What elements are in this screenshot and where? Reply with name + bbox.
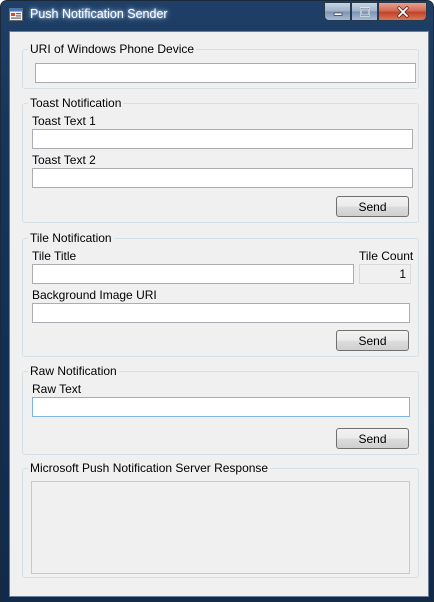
caption-buttons [324, 2, 427, 21]
raw-send-button[interactable]: Send [336, 428, 409, 449]
toast-send-button[interactable]: Send [336, 196, 409, 217]
close-button[interactable] [378, 2, 427, 21]
raw-text-label: Raw Text [32, 382, 82, 396]
toast-text2-input[interactable] [32, 168, 413, 188]
toast-text2-label: Toast Text 2 [32, 153, 96, 167]
tile-send-button[interactable]: Send [336, 330, 409, 351]
response-group-legend: Microsoft Push Notification Server Respo… [28, 460, 271, 476]
title-bar[interactable]: Push Notification Sender [1, 1, 433, 27]
server-response-textbox[interactable] [31, 481, 410, 574]
tile-title-input[interactable] [32, 264, 354, 284]
window-title: Push Notification Sender [30, 7, 168, 21]
tile-group-legend: Tile Notification [28, 230, 114, 246]
maximize-icon [359, 6, 370, 17]
uri-group: URI of Windows Phone Device [22, 41, 419, 89]
tile-background-uri-input[interactable] [32, 303, 410, 323]
app-window-icon [9, 8, 23, 21]
tile-count-input[interactable] [359, 264, 411, 284]
toast-group: Toast Notification Toast Text 1 Toast Te… [22, 95, 419, 223]
toast-text1-label: Toast Text 1 [32, 114, 96, 128]
tile-title-label: Tile Title [32, 249, 77, 263]
raw-text-input[interactable] [32, 397, 410, 417]
minimize-button[interactable] [324, 2, 351, 21]
response-group: Microsoft Push Notification Server Respo… [22, 460, 419, 578]
raw-group-legend: Raw Notification [28, 363, 119, 379]
main-window: Push Notification Sender URI of Windows … [0, 0, 434, 602]
minimize-icon [333, 12, 342, 16]
toast-text1-input[interactable] [32, 129, 413, 149]
maximize-button[interactable] [351, 2, 378, 21]
close-icon [396, 5, 409, 18]
tile-group: Tile Notification Tile Title Tile Count … [22, 230, 419, 357]
toast-group-legend: Toast Notification [28, 95, 124, 111]
client-area: URI of Windows Phone Device Toast Notifi… [9, 31, 429, 597]
raw-group: Raw Notification Raw Text Send [22, 363, 419, 455]
tile-count-label: Tile Count [359, 249, 414, 263]
uri-group-legend: URI of Windows Phone Device [28, 41, 197, 57]
device-uri-input[interactable] [35, 63, 416, 83]
tile-background-label: Background Image URI [32, 288, 157, 302]
